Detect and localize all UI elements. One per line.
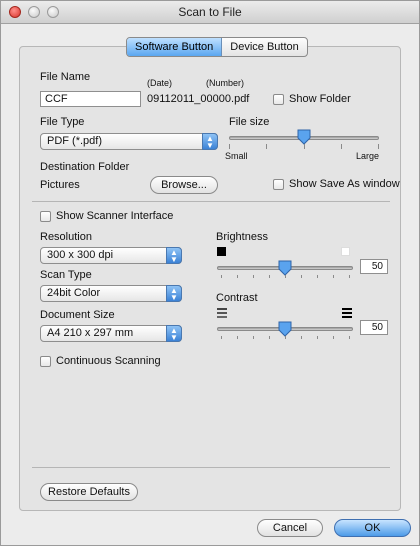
contrast-tick bbox=[285, 336, 286, 339]
popup-arrows-icon: ▲ ▼ bbox=[202, 133, 218, 150]
brightness-tick bbox=[285, 275, 286, 278]
popup-arrows-icon: ▲ ▼ bbox=[166, 247, 182, 264]
resolution-value: 300 x 300 dpi bbox=[47, 249, 114, 261]
show-scanner-interface-checkbox[interactable] bbox=[40, 211, 51, 222]
tab-software-button[interactable]: Software Button bbox=[127, 38, 223, 56]
zoom-window-icon[interactable] bbox=[47, 6, 59, 18]
title-bar: Scan to File bbox=[1, 1, 419, 24]
document-size-label: Document Size bbox=[40, 309, 115, 321]
restore-defaults-button[interactable]: Restore Defaults bbox=[40, 483, 138, 501]
file-size-max-label: Large bbox=[356, 151, 380, 161]
file-size-tick bbox=[341, 144, 342, 149]
show-save-as-checkbox[interactable] bbox=[273, 179, 284, 190]
continuous-scanning-label: Continuous Scanning bbox=[56, 355, 161, 367]
file-name-input[interactable]: CCF bbox=[40, 91, 141, 107]
destination-folder-value: Pictures bbox=[40, 179, 80, 191]
high-contrast-icon bbox=[342, 308, 352, 318]
scan-type-select[interactable]: 24bit Color ▲ ▼ bbox=[40, 285, 182, 302]
brightness-tick bbox=[221, 275, 222, 278]
popup-arrows-icon: ▲ ▼ bbox=[166, 325, 182, 342]
file-type-value: PDF (*.pdf) bbox=[47, 135, 103, 147]
file-size-tick bbox=[378, 144, 379, 149]
browse-button[interactable]: Browse... bbox=[150, 176, 218, 194]
light-swatch-icon bbox=[341, 247, 350, 256]
show-folder-label: Show Folder bbox=[289, 93, 351, 105]
file-name-label: File Name bbox=[40, 71, 91, 83]
resolution-select[interactable]: 300 x 300 dpi ▲ ▼ bbox=[40, 247, 182, 264]
dark-swatch-icon bbox=[217, 247, 226, 256]
brightness-tick bbox=[253, 275, 254, 278]
resolution-label: Resolution bbox=[40, 231, 92, 243]
contrast-tick bbox=[237, 336, 238, 339]
contrast-slider-knob[interactable] bbox=[278, 321, 292, 337]
section-divider bbox=[32, 201, 390, 202]
brightness-tick bbox=[237, 275, 238, 278]
file-size-tick bbox=[266, 144, 267, 149]
document-size-value: A4 210 x 297 mm bbox=[47, 327, 134, 339]
contrast-tick bbox=[333, 336, 334, 339]
contrast-label: Contrast bbox=[216, 292, 258, 304]
contrast-tick bbox=[349, 336, 350, 339]
contrast-tick bbox=[301, 336, 302, 339]
file-size-slider-knob[interactable] bbox=[297, 129, 311, 145]
show-folder-checkbox[interactable] bbox=[273, 94, 284, 105]
brightness-tick bbox=[333, 275, 334, 278]
cancel-button[interactable]: Cancel bbox=[257, 519, 323, 537]
contrast-tick bbox=[253, 336, 254, 339]
minimize-window-icon[interactable] bbox=[28, 6, 40, 18]
settings-panel: File Name (Date) (Number) CCF 09112011_0… bbox=[19, 46, 401, 511]
ok-button[interactable]: OK bbox=[334, 519, 411, 537]
contrast-tick bbox=[317, 336, 318, 339]
file-type-label: File Type bbox=[40, 116, 85, 128]
footer-divider bbox=[32, 467, 390, 468]
file-type-select[interactable]: PDF (*.pdf) ▲ ▼ bbox=[40, 133, 218, 150]
window-title: Scan to File bbox=[178, 5, 242, 19]
generated-file-name: 09112011_00000.pdf bbox=[147, 93, 250, 105]
file-size-tick bbox=[304, 144, 305, 149]
tab-bar: Software Button Device Button bbox=[126, 37, 308, 57]
brightness-label: Brightness bbox=[216, 231, 268, 243]
brightness-slider-knob[interactable] bbox=[278, 260, 292, 276]
destination-folder-label: Destination Folder bbox=[40, 161, 130, 173]
tab-device-button[interactable]: Device Button bbox=[222, 38, 306, 56]
close-window-icon[interactable] bbox=[9, 6, 21, 18]
brightness-value-field[interactable]: 50 bbox=[360, 259, 388, 274]
show-save-as-label: Show Save As window bbox=[289, 178, 400, 190]
contrast-value-field[interactable]: 50 bbox=[360, 320, 388, 335]
number-hint: (Number) bbox=[206, 78, 245, 88]
file-size-label: File size bbox=[229, 116, 270, 128]
document-size-select[interactable]: A4 210 x 297 mm ▲ ▼ bbox=[40, 325, 182, 342]
brightness-tick bbox=[269, 275, 270, 278]
contrast-tick bbox=[269, 336, 270, 339]
show-scanner-interface-label: Show Scanner Interface bbox=[56, 210, 174, 222]
scan-type-value: 24bit Color bbox=[47, 287, 101, 299]
brightness-tick bbox=[301, 275, 302, 278]
scan-to-file-window: Scan to File Software Button Device Butt… bbox=[0, 0, 420, 546]
brightness-tick bbox=[317, 275, 318, 278]
brightness-tick bbox=[349, 275, 350, 278]
low-contrast-icon bbox=[217, 308, 227, 318]
date-hint: (Date) bbox=[147, 78, 173, 88]
file-size-min-label: Small bbox=[225, 151, 248, 161]
popup-arrows-icon: ▲ ▼ bbox=[166, 285, 182, 302]
continuous-scanning-checkbox[interactable] bbox=[40, 356, 51, 367]
scan-type-label: Scan Type bbox=[40, 269, 92, 281]
contrast-tick bbox=[221, 336, 222, 339]
file-size-tick bbox=[229, 144, 230, 149]
